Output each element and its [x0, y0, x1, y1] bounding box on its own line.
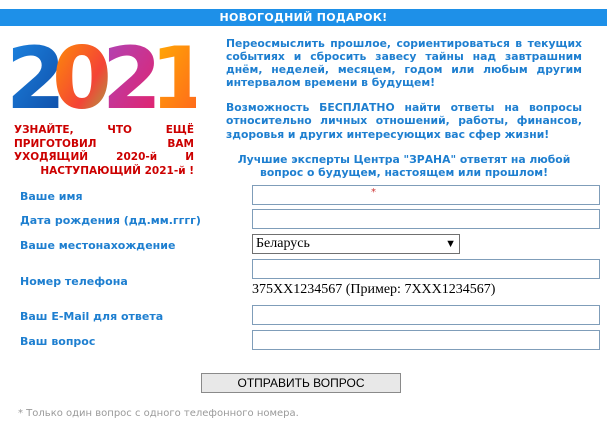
birth-date-field[interactable]	[252, 209, 600, 229]
question-label: Ваш вопрос	[20, 335, 96, 348]
phone-label: Номер телефона	[20, 275, 128, 288]
phone-field[interactable]	[252, 259, 600, 279]
footnote: * Только один вопрос с одного телефонног…	[18, 408, 299, 419]
description-paragraph-1: Переосмыслить прошлое, сориентироваться …	[226, 37, 582, 90]
question-field[interactable]	[252, 330, 600, 350]
description-paragraph-3: Лучшие эксперты Центра "ЗРАНА" ответят н…	[237, 152, 571, 179]
chevron-down-icon[interactable]: ▼	[445, 235, 456, 253]
description-paragraph-2: Возможность БЕСПЛАТНО найти ответы на во…	[226, 101, 582, 141]
required-mark: *	[371, 187, 376, 198]
banner-title: НОВОГОДНИЙ ПОДАРОК!	[0, 9, 607, 26]
logo-digit-1: 1	[150, 34, 196, 116]
email-label: Ваш E-Mail для ответа	[20, 310, 164, 323]
logo-2021: 2 0 2 1	[6, 34, 196, 116]
location-label: Ваше местонахождение	[20, 239, 176, 252]
submit-button[interactable]: ОТПРАВИТЬ ВОПРОС	[201, 373, 401, 393]
location-selected-value: Беларусь	[256, 236, 310, 251]
description: Переосмыслить прошлое, сориентироваться …	[226, 37, 582, 191]
email-field[interactable]	[252, 305, 600, 325]
name-field[interactable]: *	[252, 185, 600, 205]
name-label: Ваше имя	[20, 190, 83, 203]
promo-text: УЗНАЙТЕ, ЧТО ЕЩЁ ПРИГОТОВИЛ ВАМ УХОДЯЩИЙ…	[14, 124, 194, 177]
location-select[interactable]: Беларусь ▼	[252, 234, 460, 254]
phone-hint: 375XX1234567 (Пример: 7XXX1234567)	[252, 282, 496, 297]
birth-date-label: Дата рождения (дд.мм.гггг)	[20, 214, 201, 227]
